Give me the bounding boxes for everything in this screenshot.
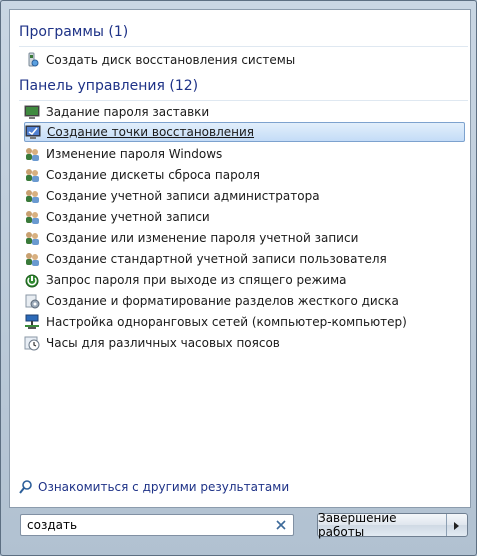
shutdown-button[interactable]: Завершение работы bbox=[318, 511, 447, 539]
control-panel-header[interactable]: Панель управления (12) bbox=[19, 78, 198, 94]
item-label: Создание дискеты сброса пароля bbox=[46, 168, 260, 182]
search-input[interactable] bbox=[21, 518, 273, 532]
more-results-label: Ознакомиться с другими результатами bbox=[38, 480, 290, 494]
programs-header[interactable]: Программы (1) bbox=[19, 24, 128, 40]
users-icon bbox=[24, 209, 40, 225]
control-panel-divider bbox=[19, 100, 468, 101]
item-label: Изменение пароля Windows bbox=[46, 147, 223, 161]
program-item-recovery-disc[interactable]: Создать диск восстановления системы bbox=[24, 50, 465, 70]
more-results-link[interactable]: Ознакомиться с другими результатами bbox=[18, 479, 289, 495]
cp-item-account-password[interactable]: Создание или изменение пароля учетной за… bbox=[24, 228, 465, 248]
shutdown-options-button[interactable] bbox=[447, 514, 467, 536]
item-label: Часы для различных часовых поясов bbox=[46, 336, 280, 350]
programs-divider bbox=[19, 46, 468, 47]
item-label: Создать диск восстановления системы bbox=[46, 53, 296, 67]
search-icon bbox=[18, 479, 34, 495]
item-label: Создание и форматирование разделов жестк… bbox=[46, 294, 399, 308]
clear-icon[interactable] bbox=[273, 517, 289, 533]
item-label: Запрос пароля при выходе из спящего режи… bbox=[46, 273, 347, 287]
cp-item-restore-point[interactable]: Создание точки восстановления bbox=[24, 122, 465, 142]
cp-item-world-clocks[interactable]: Часы для различных часовых поясов bbox=[24, 333, 465, 353]
item-label: Создание учетной записи bbox=[46, 210, 210, 224]
cp-item-screensaver-password[interactable]: Задание пароля заставки bbox=[24, 102, 465, 122]
users-icon bbox=[24, 251, 40, 267]
cp-item-change-windows-password[interactable]: Изменение пароля Windows bbox=[24, 144, 465, 164]
users-icon bbox=[24, 167, 40, 183]
cp-item-standard-user-account[interactable]: Создание стандартной учетной записи поль… bbox=[24, 249, 465, 269]
cp-item-disk-partitions[interactable]: Создание и форматирование разделов жестк… bbox=[24, 291, 465, 311]
search-results-panel: Программы (1) Создать диск восстановлени… bbox=[9, 9, 471, 508]
clock-icon bbox=[24, 335, 40, 351]
recovery-disc-icon bbox=[24, 52, 40, 68]
shutdown-button-group: Завершение работы bbox=[317, 511, 468, 539]
item-label: Создание точки восстановления bbox=[47, 125, 255, 139]
users-icon bbox=[24, 230, 40, 246]
network-icon bbox=[24, 314, 40, 330]
admin-tools-icon bbox=[24, 293, 40, 309]
cp-item-password-reset-disk[interactable]: Создание дискеты сброса пароля bbox=[24, 165, 465, 185]
cp-item-adhoc-network[interactable]: Настройка одноранговых сетей (компьютер-… bbox=[24, 312, 465, 332]
item-label: Создание стандартной учетной записи поль… bbox=[46, 252, 387, 266]
cp-item-wake-password[interactable]: Запрос пароля при выходе из спящего режи… bbox=[24, 270, 465, 290]
item-label: Настройка одноранговых сетей (компьютер-… bbox=[46, 315, 407, 329]
system-monitor-icon bbox=[25, 124, 41, 140]
item-label: Задание пароля заставки bbox=[46, 105, 210, 119]
users-icon bbox=[24, 146, 40, 162]
power-icon bbox=[24, 272, 40, 288]
cp-item-create-admin-account[interactable]: Создание учетной записи администратора bbox=[24, 186, 465, 206]
item-label: Создание учетной записи администратора bbox=[46, 189, 320, 203]
monitor-icon bbox=[24, 104, 40, 120]
users-icon bbox=[24, 188, 40, 204]
item-label: Создание или изменение пароля учетной за… bbox=[46, 231, 359, 245]
arrow-right-icon bbox=[453, 516, 461, 535]
start-menu: Программы (1) Создать диск восстановлени… bbox=[0, 0, 477, 556]
cp-item-create-account[interactable]: Создание учетной записи bbox=[24, 207, 465, 227]
search-box[interactable] bbox=[20, 514, 294, 536]
